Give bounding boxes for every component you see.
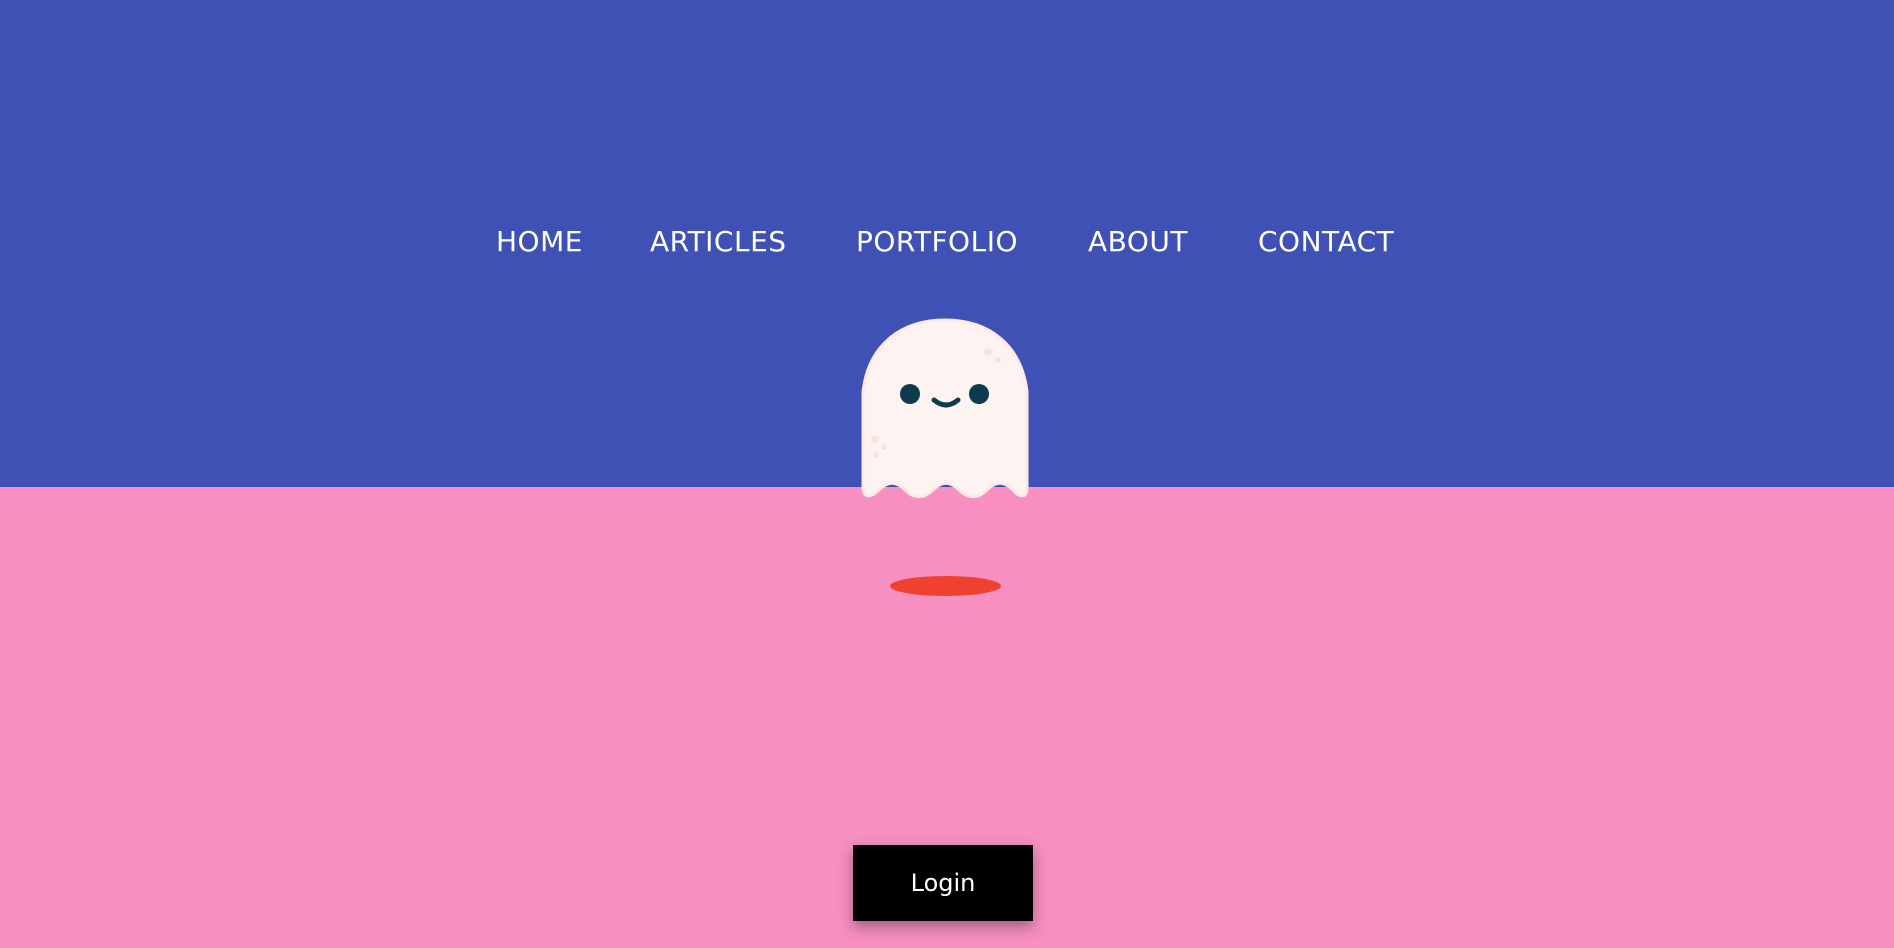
ghost-right-eye [969,384,989,404]
ghost-left-eye [900,384,920,404]
nav-item-portfolio[interactable]: PORTFOLIO [856,220,1018,264]
ghost-icon [860,316,1030,501]
ghost-shadow [890,576,1001,596]
nav-item-articles[interactable]: ARTICLES [650,220,787,264]
ghost-body [861,318,1029,499]
main-navigation: HOME ARTICLES PORTFOLIO ABOUT CONTACT [0,220,1894,264]
nav-item-about[interactable]: ABOUT [1088,220,1188,264]
login-button[interactable]: Login [853,845,1033,921]
nav-item-contact[interactable]: CONTACT [1258,220,1394,264]
nav-item-home[interactable]: HOME [496,220,583,264]
page: HOME ARTICLES PORTFOLIO ABOUT CONTACT Lo… [0,0,1894,948]
